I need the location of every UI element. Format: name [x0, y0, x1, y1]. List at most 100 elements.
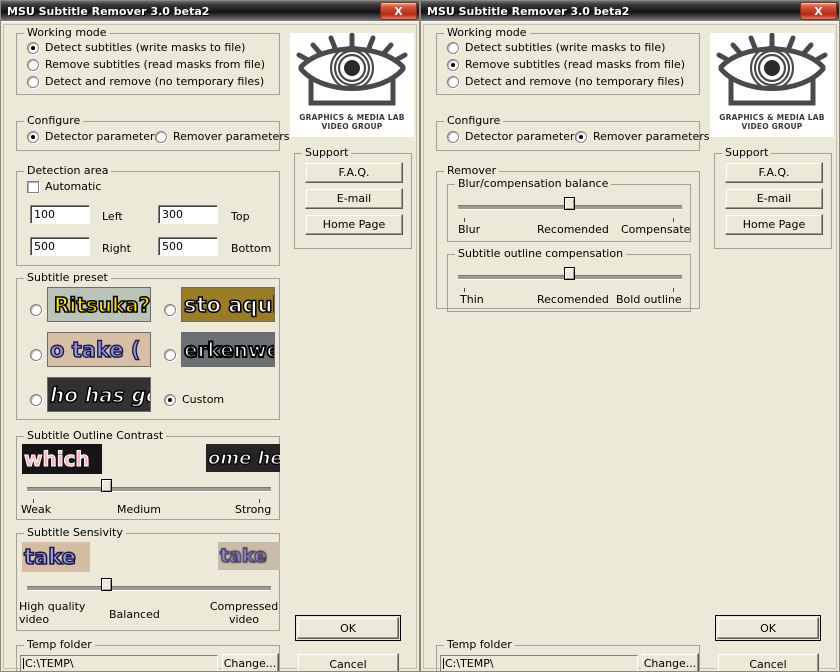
ok-button[interactable]: OK	[295, 615, 401, 641]
preset-thumbnail-1[interactable]: Ritsuka?	[47, 287, 151, 322]
window-title: MSU Subtitle Remover 3.0 beta2	[427, 4, 630, 18]
preset-radio-1[interactable]	[30, 304, 42, 316]
radio-label: Detector parameters	[465, 130, 581, 143]
sensivity-slider[interactable]	[27, 578, 271, 598]
temp-folder-value: C:\TEMP\	[445, 657, 494, 670]
group-subtitle-preset: Subtitle preset Ritsuka? sto aqui. o tak…	[16, 272, 280, 420]
preset-radio-5[interactable]	[30, 394, 42, 406]
preset-radio-2[interactable]	[164, 304, 176, 316]
outline-contrast-preview-left: which	[22, 444, 102, 474]
window-client-area: Working mode Detect subtitles (write mas…	[421, 21, 839, 671]
tick-bold	[673, 288, 674, 292]
radio-icon[interactable]	[27, 75, 39, 88]
radio-detector-parameters[interactable]: Detector parameters	[27, 130, 160, 143]
radio-icon[interactable]	[447, 41, 459, 54]
radio-detect-and-remove[interactable]: Detect and remove (no temporary files)	[447, 75, 684, 88]
text-caret	[23, 658, 24, 669]
slider-thumb[interactable]	[101, 578, 112, 591]
left-input[interactable]: 100	[30, 205, 90, 224]
preset-thumbnail-5[interactable]: ho has go	[47, 377, 151, 412]
preset-custom-label: Custom	[182, 393, 225, 406]
tick-thin	[464, 288, 465, 292]
radio-icon[interactable]	[447, 75, 459, 88]
slider-thumb[interactable]	[564, 267, 575, 280]
radio-label: Detector parameters	[45, 130, 161, 143]
bottom-input[interactable]: 500	[158, 237, 218, 256]
radio-detect-subtitles[interactable]: Detect subtitles (write masks to file)	[447, 41, 665, 54]
outline-contrast-preview-left-text: which	[24, 447, 91, 472]
radio-remover-parameters[interactable]: Remover parameters	[575, 130, 709, 143]
top-input[interactable]: 300	[158, 205, 218, 224]
top-label: Top	[231, 210, 250, 223]
slider-track[interactable]	[27, 487, 271, 492]
radio-label: Remove subtitles (read masks from file)	[45, 58, 266, 71]
slider-thumb[interactable]	[101, 479, 112, 492]
radio-detect-subtitles[interactable]: Detect subtitles (write masks to file)	[27, 41, 245, 54]
email-button[interactable]: E-mail	[305, 188, 403, 209]
title-bar[interactable]: MSU Subtitle Remover 3.0 beta2 X	[421, 1, 839, 21]
sensivity-preview-left-text: take	[23, 544, 76, 570]
change-button[interactable]: Change...	[641, 653, 699, 671]
radio-icon[interactable]	[27, 41, 39, 54]
change-button[interactable]: Change...	[221, 653, 279, 671]
temp-folder-input[interactable]: C:\TEMP\	[20, 655, 218, 671]
radio-icon[interactable]	[575, 130, 587, 143]
preset-thumbnail-2-text: sto aqui.	[183, 292, 274, 318]
radio-remove-subtitles[interactable]: Remove subtitles (read masks from file)	[447, 58, 685, 71]
checkbox-label: Automatic	[45, 180, 102, 193]
right-input[interactable]: 500	[30, 237, 90, 256]
radio-label: Remove subtitles (read masks from file)	[465, 58, 686, 71]
group-subtitle-preset-legend: Subtitle preset	[24, 272, 111, 283]
preset-radio-custom[interactable]: Custom	[164, 393, 224, 406]
slider-track[interactable]	[27, 586, 271, 591]
radio-icon[interactable]	[27, 130, 39, 143]
temp-folder-input[interactable]: C:\TEMP\	[440, 655, 638, 671]
group-working-mode: Working mode Detect subtitles (write mas…	[16, 27, 280, 95]
radio-remover-parameters[interactable]: Remover parameters	[155, 130, 289, 143]
group-remover-legend: Remover	[444, 165, 500, 176]
preset-thumbnail-3[interactable]: o take (	[47, 332, 151, 367]
window-detector: MSU Subtitle Remover 3.0 beta2 X Working…	[0, 0, 420, 672]
group-subtitle-sensivity: Subtitle Sensivity take take High qualit…	[16, 527, 280, 631]
close-icon[interactable]: X	[800, 2, 837, 20]
temp-folder-value: C:\TEMP\	[25, 657, 74, 670]
close-icon[interactable]: X	[380, 2, 417, 20]
home-page-button[interactable]: Home Page	[305, 214, 403, 235]
preset-thumbnail-4[interactable]: erkenwe	[181, 332, 275, 367]
slider-thumb[interactable]	[564, 197, 575, 210]
radio-detect-and-remove[interactable]: Detect and remove (no temporary files)	[27, 75, 264, 88]
logo-line-2: VIDEO GROUP	[321, 122, 383, 131]
email-button[interactable]: E-mail	[725, 188, 823, 209]
group-working-mode-legend: Working mode	[444, 27, 530, 38]
client-inner: Working mode Detect subtitles (write mas…	[3, 24, 417, 671]
cancel-button[interactable]: Cancel	[297, 653, 399, 671]
window-client-area: Working mode Detect subtitles (write mas…	[1, 21, 419, 671]
checkbox-automatic[interactable]: Automatic	[27, 180, 101, 193]
radio-icon[interactable]	[447, 130, 459, 143]
radio-icon[interactable]	[447, 58, 459, 71]
radio-icon[interactable]	[164, 393, 176, 406]
radio-detector-parameters[interactable]: Detector parameters	[447, 130, 580, 143]
title-bar[interactable]: MSU Subtitle Remover 3.0 beta2 X	[1, 1, 419, 21]
outline-contrast-slider[interactable]	[27, 479, 271, 499]
logo-line-2: VIDEO GROUP	[741, 122, 803, 131]
checkbox-icon[interactable]	[27, 180, 39, 193]
preset-thumbnail-2[interactable]: sto aqui.	[181, 287, 275, 322]
logo-line-1: GRAPHICS & MEDIA LAB	[299, 113, 405, 122]
group-subtitle-sensivity-legend: Subtitle Sensivity	[24, 527, 126, 538]
sensivity-preview-right: take	[218, 542, 280, 570]
eye-logo-icon	[296, 33, 408, 106]
faq-button[interactable]: F.A.Q.	[725, 162, 823, 183]
radio-icon[interactable]	[27, 58, 39, 71]
outline-compensation-slider[interactable]	[458, 267, 682, 287]
ok-button[interactable]: OK	[715, 615, 821, 641]
radio-icon[interactable]	[155, 130, 167, 143]
radio-remove-subtitles[interactable]: Remove subtitles (read masks from file)	[27, 58, 265, 71]
group-blur-balance-legend: Blur/compensation balance	[455, 178, 612, 189]
faq-button[interactable]: F.A.Q.	[305, 162, 403, 183]
preset-radio-3[interactable]	[30, 349, 42, 361]
cancel-button[interactable]: Cancel	[717, 653, 819, 671]
home-page-button[interactable]: Home Page	[725, 214, 823, 235]
preset-radio-4[interactable]	[164, 349, 176, 361]
blur-balance-slider[interactable]	[458, 197, 682, 217]
